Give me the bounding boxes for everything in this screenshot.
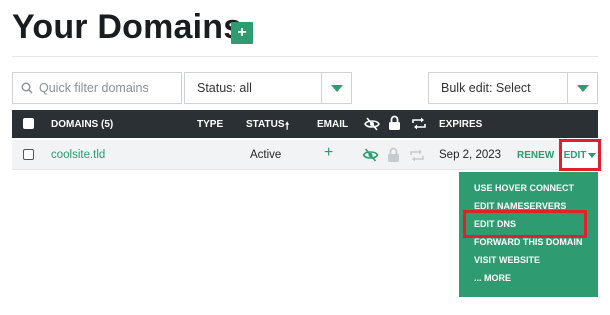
menu-item-visit-website[interactable]: VISIT WEBSITE <box>474 255 540 265</box>
select-all-checkbox[interactable] <box>23 118 34 129</box>
menu-item-more[interactable]: ... MORE <box>474 273 511 283</box>
col-expires[interactable]: EXPIRES <box>439 119 482 130</box>
search-input[interactable]: Quick filter domains <box>12 72 182 104</box>
bulk-edit-dropdown[interactable] <box>567 73 597 103</box>
page-title: Your Domains <box>12 8 243 46</box>
chevron-down-icon <box>588 152 597 158</box>
sort-arrow-icon: 🠕 <box>285 121 290 132</box>
search-placeholder: Quick filter domains <box>39 81 149 95</box>
auto-renew-icon[interactable] <box>409 148 425 163</box>
domain-status: Active <box>250 149 282 161</box>
edit-dropdown-button[interactable]: EDIT <box>559 139 601 171</box>
add-email-button[interactable]: + <box>324 144 333 162</box>
expires-date: Sep 2, 2023 <box>439 149 502 161</box>
col-email[interactable]: EMAIL <box>317 119 348 130</box>
renew-button[interactable]: RENEW <box>517 150 554 161</box>
edit-label: EDIT <box>563 149 587 161</box>
privacy-eye-off-icon <box>364 117 380 131</box>
domains-page: Your Domains + Quick filter domains Stat… <box>0 0 610 315</box>
menu-item-forward-domain[interactable]: FORWARD THIS DOMAIN <box>474 237 582 247</box>
renew-arrows-icon <box>412 117 426 130</box>
status-filter-select[interactable]: Status: all <box>184 72 352 104</box>
divider <box>12 56 598 57</box>
bulk-edit-label: Bulk edit: Select <box>441 81 531 95</box>
bulk-edit-select[interactable]: Bulk edit: Select <box>428 72 598 104</box>
col-domains[interactable]: DOMAINS (5) <box>51 119 113 130</box>
edit-dns-highlight <box>463 210 587 238</box>
chevron-down-icon <box>576 84 589 92</box>
row-checkbox[interactable] <box>23 149 34 160</box>
status-filter-dropdown[interactable] <box>321 73 351 103</box>
status-filter-label: Status: all <box>197 81 252 95</box>
menu-item-hover-connect[interactable]: USE HOVER CONNECT <box>474 183 574 193</box>
col-status[interactable]: STATUS <box>246 119 285 130</box>
add-domain-button[interactable]: + <box>231 22 253 44</box>
col-type[interactable]: TYPE <box>197 119 223 130</box>
domain-link[interactable]: coolsite.tld <box>51 149 105 161</box>
lock-icon <box>389 115 400 130</box>
chevron-down-icon <box>330 84 343 92</box>
search-icon <box>21 82 33 94</box>
lock-icon[interactable] <box>387 147 400 163</box>
privacy-eye-off-icon[interactable] <box>362 147 379 163</box>
table-header: DOMAINS (5) TYPE STATUS 🠕 EMAIL EXPIRES <box>12 110 598 138</box>
table-row: coolsite.tld Active + Sep 2, 2023 RENEW <box>12 140 598 170</box>
